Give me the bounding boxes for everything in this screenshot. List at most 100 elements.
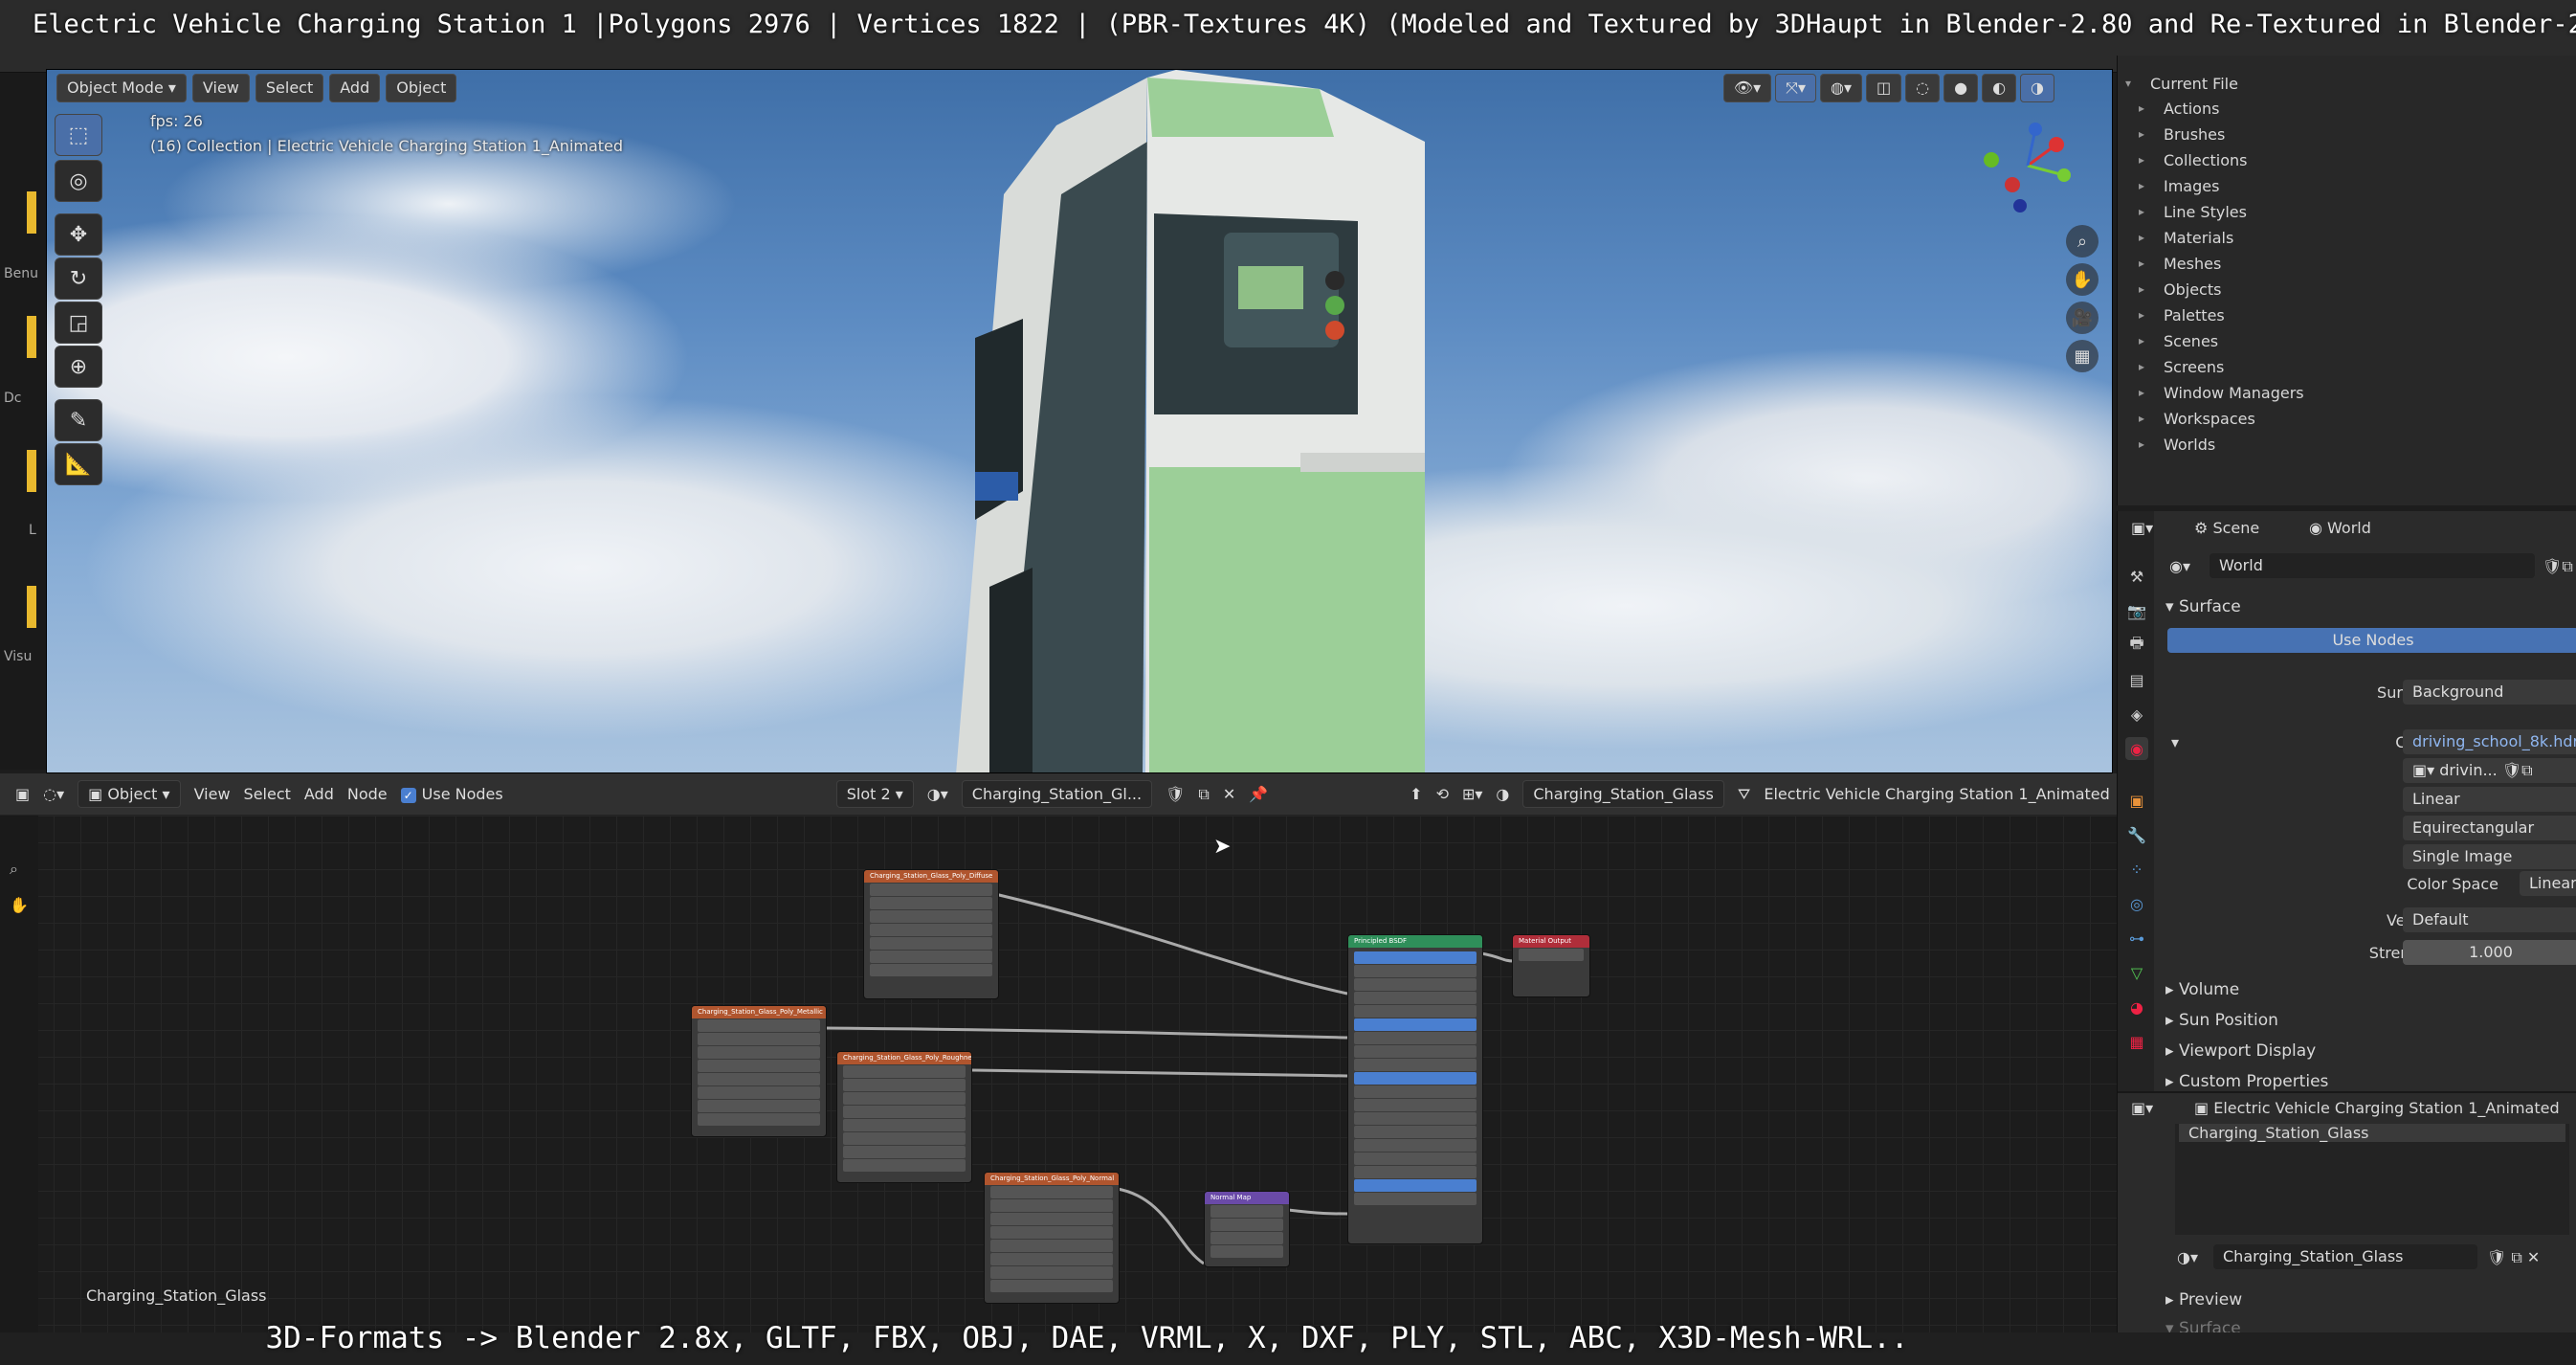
expand-triangle-icon[interactable]: ▸ — [2139, 308, 2154, 322]
node-view-menu[interactable]: View — [194, 785, 231, 803]
image-texture-node[interactable]: Charging_Station_Glass_Poly_Roughness — [836, 1051, 972, 1183]
breadcrumb-material[interactable]: Charging_Station_Glass — [1522, 780, 1724, 808]
expand-triangle-icon[interactable]: ▸ — [2139, 412, 2154, 425]
shading-material-icon[interactable]: ◐ — [1982, 74, 2017, 102]
modifier-tab-icon[interactable]: 🔧 — [2125, 823, 2148, 846]
image-browse-field[interactable]: ▣▾ drivin... 🛡⧉ — [2403, 758, 2576, 783]
outliner-item-palettes[interactable]: ▸ Palettes — [2139, 302, 2225, 327]
pin-icon[interactable]: 📌 — [1249, 785, 1268, 803]
editor-type-icon[interactable]: ▣ — [15, 785, 30, 803]
sun-position-section-header[interactable]: ▸ Sun Position — [2165, 1011, 2278, 1030]
axis-gizmo-icon[interactable] — [1980, 118, 2076, 213]
overlay-icon[interactable]: ◍▾ — [1820, 74, 1862, 102]
scene-tab-icon[interactable]: ◈ — [2125, 703, 2148, 726]
gizmo-icon[interactable]: ⤧▾ — [1775, 74, 1816, 102]
visibility-icon[interactable]: 👁▾ — [1722, 74, 1772, 102]
viewport-display-section-header[interactable]: ▸ Viewport Display — [2165, 1041, 2316, 1061]
color-expand-icon[interactable]: ▾ — [2171, 733, 2179, 751]
volume-section-header[interactable]: ▸ Volume — [2165, 980, 2239, 999]
parent-icon[interactable]: ⬆ — [1410, 785, 1422, 803]
custom-properties-section-header[interactable]: ▸ Custom Properties — [2165, 1072, 2328, 1091]
image-texture-node[interactable]: Charging_Station_Glass_Poly_Normal — [984, 1172, 1120, 1304]
object-type-dropdown[interactable]: ▣ Object ▾ — [78, 780, 181, 808]
preview-section-header[interactable]: ▸ Preview — [2165, 1290, 2242, 1309]
material-slot-list[interactable]: Charging_Station_Glass — [2175, 1124, 2569, 1235]
texture-tab-icon[interactable]: ▦ — [2125, 1030, 2148, 1053]
expand-triangle-icon[interactable]: ▸ — [2139, 127, 2154, 141]
outliner-item-line-styles[interactable]: ▸ Line Styles — [2139, 199, 2247, 224]
expand-triangle-icon[interactable]: ▸ — [2139, 231, 2154, 244]
interpolation-dropdown[interactable]: Linear — [2403, 787, 2576, 812]
principled-bsdf-node[interactable]: Principled BSDF — [1347, 934, 1483, 1244]
projection-dropdown[interactable]: Equirectangular — [2403, 816, 2576, 840]
node-node-menu[interactable]: Node — [347, 785, 388, 803]
material-slot-item[interactable]: Charging_Station_Glass — [2179, 1124, 2565, 1142]
zoom-icon[interactable]: ⌕ — [10, 860, 18, 879]
world-browse-icon[interactable]: ◉▾ — [2169, 557, 2190, 575]
outliner-item-actions[interactable]: ▸ Actions — [2139, 96, 2219, 121]
shading-solid-icon[interactable]: ● — [1943, 74, 1979, 102]
expand-triangle-icon[interactable]: ▸ — [2139, 386, 2154, 399]
pan-hand-icon[interactable]: ✋ — [2066, 263, 2099, 296]
camera-icon[interactable]: 🎥 — [2066, 302, 2099, 334]
surface-section-header[interactable]: ▾ Surface — [2165, 597, 2241, 616]
source-dropdown[interactable]: Single Image — [2403, 844, 2576, 869]
3d-viewport[interactable]: Object Mode ▾ View Select Add Object fps… — [46, 69, 2113, 773]
material-name-field[interactable]: Charging_Station_Gl... — [961, 780, 1153, 808]
expand-triangle-icon[interactable]: ▸ — [2139, 179, 2154, 192]
expand-triangle-icon[interactable]: ▾ — [2125, 77, 2141, 90]
surface-shader-field[interactable]: Background — [2403, 680, 2576, 705]
node-editor-canvas[interactable]: Charging_Station_Glass_Poly_Diffuse Char… — [0, 816, 2117, 1332]
expand-triangle-icon[interactable]: ▸ — [2139, 437, 2154, 451]
material-browse-icon[interactable]: ◑▾ — [2177, 1248, 2198, 1266]
material-name-field[interactable]: Charging_Station_Glass — [2213, 1244, 2477, 1269]
expand-triangle-icon[interactable]: ▸ — [2139, 101, 2154, 115]
view-layer-tab-icon[interactable]: ▤ — [2125, 668, 2148, 691]
data-tab-icon[interactable]: ▽ — [2125, 961, 2148, 984]
node-editor-icon[interactable]: ◌▾ — [43, 785, 64, 803]
expand-triangle-icon[interactable]: ▸ — [2139, 282, 2154, 296]
object-tab-icon[interactable]: ▣ — [2125, 789, 2148, 812]
outliner-item-scenes[interactable]: ▸ Scenes — [2139, 328, 2218, 353]
world-name-field[interactable]: World — [2210, 553, 2535, 578]
physics-tab-icon[interactable]: ◎ — [2125, 892, 2148, 915]
outliner-item-meshes[interactable]: ▸ Meshes — [2139, 251, 2221, 276]
use-nodes-checkbox[interactable]: ✓ Use Nodes — [400, 785, 503, 803]
node-add-menu[interactable]: Add — [304, 785, 334, 803]
material-output-node[interactable]: Material Output — [1512, 934, 1590, 997]
outliner-item-worlds[interactable]: ▸ Worlds — [2139, 432, 2215, 457]
outliner-item-materials[interactable]: ▸ Materials — [2139, 225, 2233, 250]
properties-editor-icon[interactable]: ▣▾ — [2131, 519, 2153, 537]
outliner-item-objects[interactable]: ▸ Objects — [2139, 277, 2221, 302]
shading-wire-icon[interactable]: ◌ — [1905, 74, 1941, 102]
zoom-icon[interactable]: ⌕ — [2066, 225, 2099, 257]
outliner-item-brushes[interactable]: ▸ Brushes — [2139, 122, 2225, 146]
outliner-item-images[interactable]: ▸ Images — [2139, 173, 2219, 198]
expand-triangle-icon[interactable]: ▸ — [2139, 334, 2154, 347]
strength-slider[interactable]: 1.000 — [2403, 940, 2576, 965]
material-actions-icon[interactable]: 🛡 ⧉ ✕ — [2487, 1248, 2540, 1267]
shading-rendered-icon[interactable]: ◑ — [2020, 74, 2054, 102]
unlink-icon[interactable]: ✕ — [1223, 785, 1235, 803]
outliner-item-collections[interactable]: ▸ Collections — [2139, 147, 2247, 172]
outliner-root[interactable]: ▾ Current File — [2125, 71, 2238, 96]
render-tab-icon[interactable]: 📷 — [2125, 599, 2148, 622]
particles-tab-icon[interactable]: ⁘ — [2125, 858, 2148, 881]
expand-triangle-icon[interactable]: ▸ — [2139, 153, 2154, 167]
outliner-item-screens[interactable]: ▸ Screens — [2139, 354, 2224, 379]
xray-icon[interactable]: ◫ — [1866, 74, 1902, 102]
pan-hand-icon[interactable]: ✋ — [10, 896, 29, 914]
fake-user-icon[interactable]: 🛡 — [1166, 785, 1185, 803]
expand-triangle-icon[interactable]: ▸ — [2139, 205, 2154, 218]
image-texture-node[interactable]: Charging_Station_Glass_Poly_Metallic — [691, 1005, 827, 1137]
vector-field[interactable]: Default — [2403, 907, 2576, 932]
tool-tab-icon[interactable]: ⚒ — [2125, 565, 2148, 588]
node-select-menu[interactable]: Select — [244, 785, 291, 803]
expand-triangle-icon[interactable]: ▸ — [2139, 257, 2154, 270]
outliner-item-workspaces[interactable]: ▸ Workspaces — [2139, 406, 2255, 431]
color-texture-field[interactable]: driving_school_8k.hdr — [2403, 729, 2576, 754]
slot-dropdown[interactable]: Slot 2 ▾ — [835, 780, 914, 808]
output-tab-icon[interactable]: 🖶 — [2125, 634, 2148, 657]
use-nodes-button[interactable]: Use Nodes — [2167, 628, 2576, 653]
outliner-item-window-managers[interactable]: ▸ Window Managers — [2139, 380, 2304, 405]
